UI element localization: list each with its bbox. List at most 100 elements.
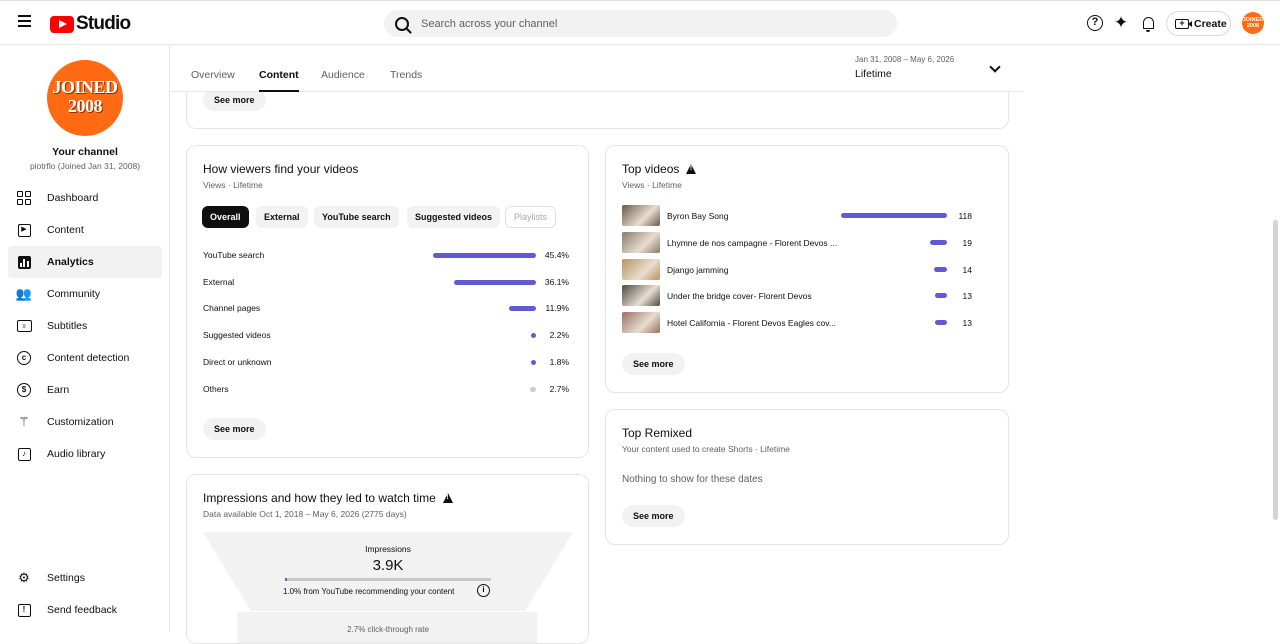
impressions-card: Impressions and how they led to watch ti… — [186, 474, 589, 644]
sidebar-item-label: Content — [47, 224, 84, 236]
scrollbar-thumb[interactable] — [1273, 220, 1278, 520]
menu-icon[interactable] — [14, 12, 36, 34]
top-video-row[interactable]: Django jamming 14 — [622, 258, 992, 281]
card-subtitle: Views · Lifetime — [203, 180, 263, 190]
video-title[interactable]: Hotel California - Florent Devos Eagles … — [667, 318, 842, 328]
channel-avatar[interactable]: JOINED 2008 — [47, 60, 123, 136]
traffic-source-label: Channel pages — [203, 303, 261, 314]
empty-state-text: Nothing to show for these dates — [622, 474, 763, 485]
traffic-source-label: Others — [203, 383, 229, 394]
info-icon[interactable]: i — [477, 584, 490, 597]
traffic-source-bar — [454, 279, 536, 285]
video-title[interactable]: Under the bridge cover- Florent Devos — [667, 291, 842, 301]
top-video-row[interactable]: Under the bridge cover- Florent Devos 13 — [622, 285, 992, 307]
video-thumbnail[interactable] — [622, 285, 660, 307]
search-icon[interactable] — [395, 16, 409, 31]
see-more-button[interactable]: See more — [622, 505, 685, 527]
see-more-button[interactable]: See more — [203, 89, 266, 111]
channel-name: Your channel — [52, 146, 118, 158]
traffic-source-row[interactable]: Channel pages 11.9% — [203, 303, 569, 317]
filter-suggested-videos[interactable]: Suggested videos — [407, 206, 501, 228]
video-views-value: 14 — [962, 264, 972, 275]
video-thumbnail[interactable] — [622, 312, 660, 334]
warning-icon[interactable] — [442, 493, 453, 503]
sidebar-item-label: Dashboard — [47, 192, 99, 204]
sidebar-item-content[interactable]: ▶ Content — [8, 214, 162, 246]
dollar-icon: $ — [16, 382, 32, 398]
channel-subtitle: piotrflo (Joined Jan 31, 2008) — [29, 161, 141, 171]
tab-content[interactable]: Content — [259, 69, 299, 92]
sidebar-item-analytics[interactable]: Analytics — [8, 246, 162, 278]
sidebar: JOINED 2008 Your channel piotrflo (Joine… — [0, 45, 170, 632]
filter-external[interactable]: External — [256, 206, 308, 228]
sidebar-item-audio-library[interactable]: ♪ Audio library — [8, 438, 162, 470]
notifications-icon[interactable] — [1138, 13, 1158, 33]
traffic-source-bar — [509, 306, 536, 312]
recommending-text: 1.0% from YouTube recommending your cont… — [283, 587, 455, 596]
create-label: Create — [1194, 17, 1227, 30]
top-bar: Studio ? ✦ + Create JOINED 2008 — [0, 0, 1280, 45]
youtube-logo-icon — [50, 15, 74, 33]
top-video-row[interactable]: Byron Bay Song 118 — [622, 205, 992, 227]
copyright-icon: c — [16, 350, 32, 366]
video-views-value: 13 — [962, 291, 972, 302]
sidebar-item-community[interactable]: 👥 Community — [8, 278, 162, 310]
sidebar-item-send-feedback[interactable]: ! Send feedback — [8, 594, 162, 626]
filter-youtube-search[interactable]: YouTube search — [314, 206, 399, 228]
traffic-source-label: Suggested videos — [203, 330, 271, 341]
sidebar-item-label: Content detection — [47, 352, 130, 364]
sidebar-item-label: Settings — [47, 572, 85, 584]
studio-wordmark: Studio — [76, 13, 131, 34]
gear-icon: ⚙ — [18, 570, 30, 585]
chevron-down-icon[interactable] — [989, 61, 1001, 73]
filter-playlists[interactable]: Playlists — [505, 206, 557, 228]
video-views-bar — [929, 239, 947, 245]
help-icon[interactable]: ? — [1085, 13, 1105, 33]
top-video-row[interactable]: Hotel California - Florent Devos Eagles … — [622, 312, 992, 334]
see-more-button[interactable]: See more — [203, 418, 266, 440]
create-button[interactable]: + Create — [1166, 11, 1231, 36]
tab-overview[interactable]: Overview — [191, 69, 235, 92]
video-thumbnail[interactable] — [622, 231, 660, 253]
account-avatar[interactable]: JOINED 2008 — [1242, 12, 1264, 34]
top-video-row[interactable]: Lhymne de nos campagne - Florent Devos .… — [622, 231, 992, 254]
search-bar[interactable] — [384, 10, 897, 37]
search-input[interactable] — [421, 17, 841, 30]
studio-logo[interactable]: Studio — [50, 13, 131, 35]
warning-icon[interactable] — [686, 164, 697, 174]
traffic-source-row[interactable]: Suggested videos 2.2% — [203, 330, 569, 344]
recommending-bar — [285, 578, 491, 581]
sidebar-item-dashboard[interactable]: Dashboard — [8, 182, 162, 214]
video-views-value: 13 — [962, 318, 972, 329]
analytics-icon — [16, 254, 32, 270]
sparkle-icon[interactable]: ✦ — [1111, 13, 1131, 33]
video-title[interactable]: Byron Bay Song — [667, 211, 842, 221]
sidebar-item-subtitles[interactable]: ≡ Subtitles — [8, 310, 162, 342]
tab-trends[interactable]: Trends — [390, 69, 422, 92]
traffic-source-row[interactable]: YouTube search 45.4% — [203, 250, 569, 264]
card-title: Top videos — [622, 162, 680, 176]
video-thumbnail[interactable] — [622, 205, 660, 226]
card-subtitle: Your content used to create Shorts · Lif… — [622, 444, 790, 454]
video-title[interactable]: Lhymne de nos campagne - Florent Devos .… — [667, 238, 842, 248]
filter-overall[interactable]: Overall — [202, 206, 249, 228]
video-title[interactable]: Django jamming — [667, 265, 842, 275]
sidebar-item-content-detection[interactable]: c Content detection — [8, 342, 162, 374]
sidebar-item-customization[interactable]: ⚚ Customization — [8, 406, 162, 438]
traffic-sources-card: How viewers find your videos Views · Lif… — [186, 145, 589, 458]
video-views-bar — [935, 320, 947, 326]
content-icon: ▶ — [16, 222, 32, 238]
feedback-icon: ! — [16, 602, 32, 618]
sidebar-item-earn[interactable]: $ Earn — [8, 374, 162, 406]
traffic-source-row[interactable]: External 36.1% — [203, 277, 569, 291]
traffic-source-row[interactable]: Others 2.7% — [203, 384, 569, 398]
traffic-source-value: 2.2% — [549, 330, 569, 341]
video-views-bar — [935, 293, 947, 299]
traffic-source-row[interactable]: Direct or unknown 1.8% — [203, 357, 569, 371]
tab-audience[interactable]: Audience — [321, 69, 365, 92]
date-range-picker[interactable]: Jan 31, 2008 – May 6, 2026 Lifetime — [855, 55, 954, 80]
sidebar-item-settings[interactable]: ⚙ Settings — [8, 562, 162, 594]
see-more-button[interactable]: See more — [622, 353, 685, 375]
traffic-source-bar — [433, 253, 536, 258]
video-thumbnail[interactable] — [622, 258, 660, 280]
